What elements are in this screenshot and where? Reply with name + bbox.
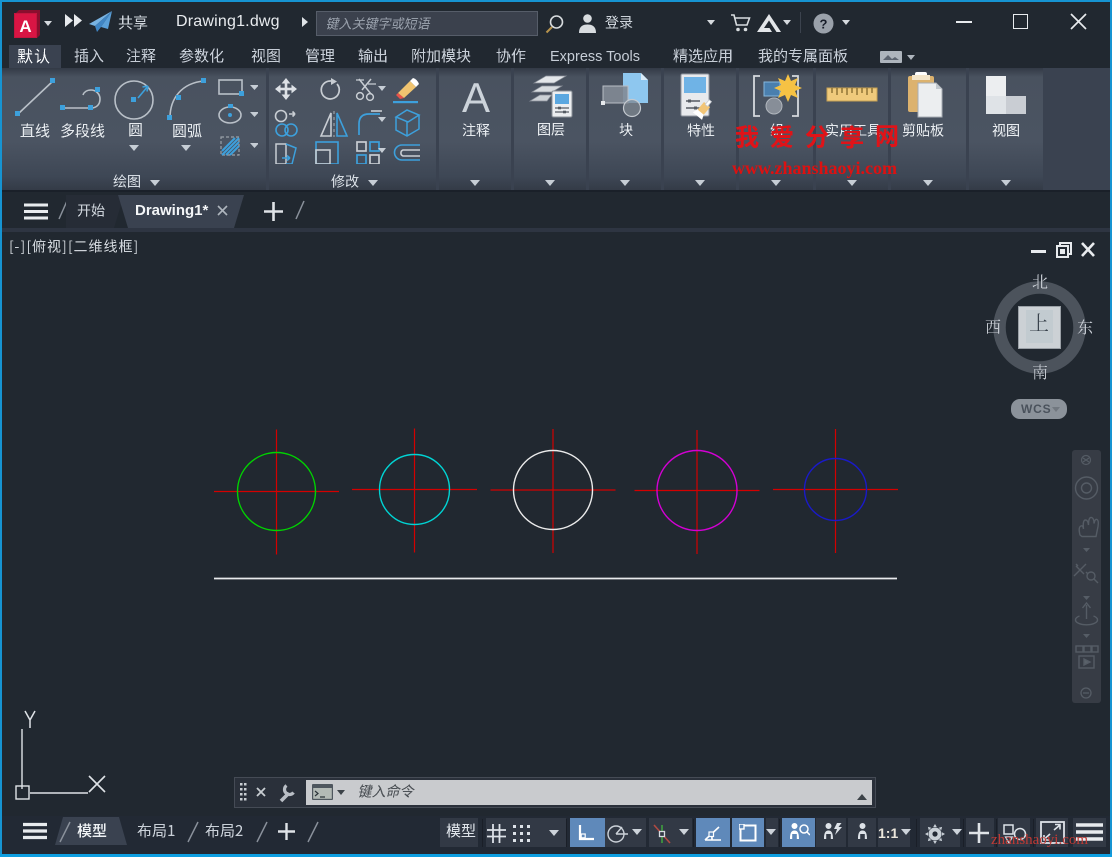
svg-text:A: A [462,76,490,116]
svg-text:A: A [19,17,31,36]
svg-text:?: ? [820,17,828,32]
